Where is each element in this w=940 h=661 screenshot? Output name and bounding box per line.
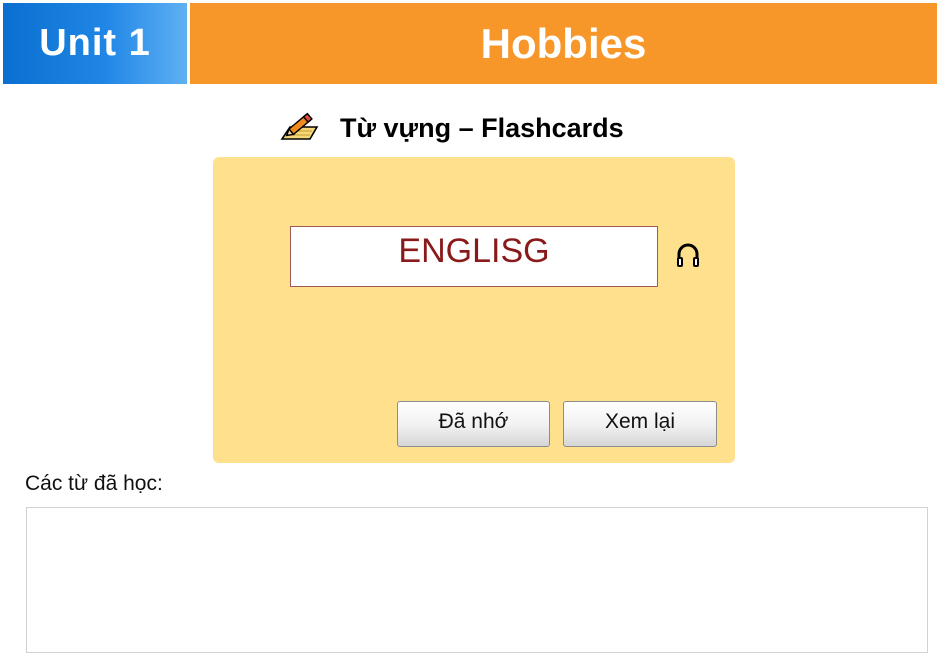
headphones-icon[interactable] — [675, 241, 701, 271]
flashcard-word: ENGLISG — [290, 226, 658, 287]
section-title: Từ vựng – Flashcards — [340, 112, 624, 143]
learned-words-label: Các từ đã học: — [25, 472, 163, 495]
lesson-title: Hobbies — [190, 3, 937, 84]
flashcard: ENGLISG Đã nhớ Xem lại — [213, 157, 735, 463]
section-heading: Từ vựng – Flashcards — [280, 108, 624, 148]
learned-words-list[interactable] — [26, 507, 928, 653]
remembered-button[interactable]: Đã nhớ — [397, 401, 550, 447]
unit-label: Unit 1 — [3, 3, 187, 84]
review-button[interactable]: Xem lại — [563, 401, 717, 447]
pencil-paper-icon — [280, 109, 320, 148]
